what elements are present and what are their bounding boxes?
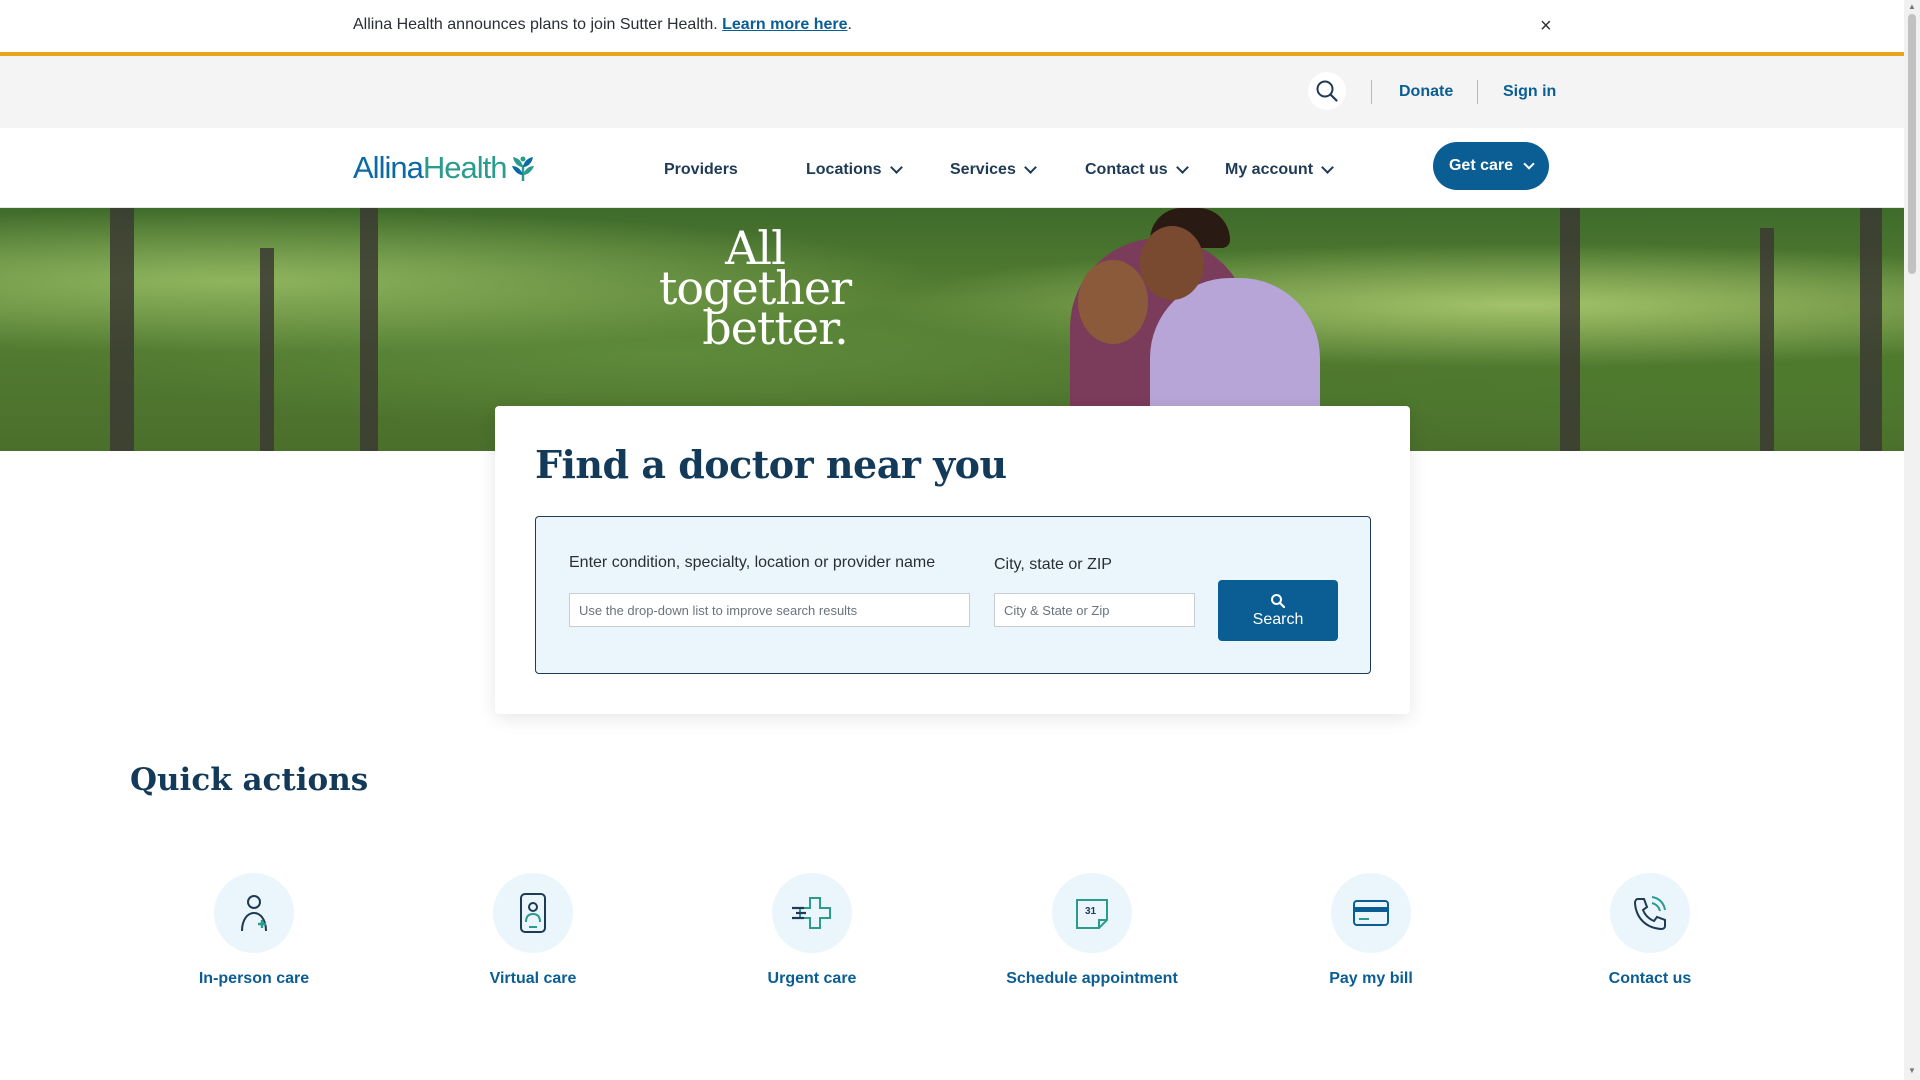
quick-action-label: Pay my bill [1329,970,1413,987]
chevron-down-icon [1523,158,1535,170]
quick-action-icon-circle [772,873,852,953]
main-navigation: AllinaHealth Providers Locations Service… [0,128,1904,208]
nav-label: Contact us [1085,161,1168,178]
find-doctor-title: Find a doctor near you [535,442,1007,487]
quick-action-icon-circle [1331,873,1411,953]
phone-person-icon [520,893,546,933]
quick-action-virtual-care[interactable]: Virtual care [423,873,643,988]
logo-wordmark: AllinaHealth [353,150,508,186]
nav-my-account[interactable]: My account [1225,161,1334,179]
nav-services[interactable]: Services [950,161,1037,179]
page-scrollbar[interactable]: ▲ ▼ [1904,0,1920,1080]
quick-action-schedule-appointment[interactable]: 31 Schedule appointment [982,873,1202,988]
person-plus-icon [241,895,267,932]
nav-label: Providers [664,161,738,178]
phone-call-icon [1633,896,1666,931]
chevron-down-icon [889,161,903,174]
tree-trunk-decoration [260,248,274,451]
search-icon [1271,593,1286,608]
quick-action-label: Contact us [1608,970,1692,987]
get-care-button[interactable]: Get care [1433,142,1549,190]
quick-action-label: Schedule appointment [1006,970,1178,987]
search-icon [1316,80,1338,102]
wheat-leaf-icon [512,156,535,181]
scroll-up-icon[interactable]: ▲ [1908,2,1916,11]
logo-word-health: Health [422,150,508,185]
hero-photo-mother-face [1078,260,1148,344]
quick-action-label: Virtual care [489,970,577,987]
quick-action-urgent-care[interactable]: Urgent care [702,873,922,988]
find-doctor-form: Enter condition, specialty, location or … [535,516,1371,674]
scroll-down-icon[interactable]: ▼ [1908,1066,1916,1075]
tree-trunk-decoration [1760,228,1774,451]
announcement-message: Allina Health announces plans to join Su… [353,16,718,33]
allina-health-logo[interactable]: AllinaHealth [353,150,538,186]
announcement-suffix: . [847,16,852,33]
announcement-bar: Allina Health announces plans to join Su… [0,0,1904,56]
quick-action-contact-us[interactable]: Contact us [1540,873,1760,988]
chevron-down-icon [1321,161,1334,174]
quick-action-icon-circle: 31 [1052,873,1132,953]
get-care-label: Get care [1448,157,1514,174]
nav-contact-us[interactable]: Contact us [1085,161,1189,179]
search-button-label: Search [1252,610,1304,628]
sign-in-link[interactable]: Sign in [1503,83,1556,101]
tree-trunk-decoration [1860,208,1882,451]
quick-action-pay-my-bill[interactable]: Pay my bill [1261,873,1481,988]
location-label: City, state or ZIP [994,556,1112,573]
announcement-text: Allina Health announces plans to join Su… [353,16,852,34]
nav-label: My account [1225,161,1314,178]
chevron-down-icon [1175,161,1189,174]
close-announcement-button[interactable]: × [1540,14,1552,38]
learn-more-link[interactable]: Learn more here [722,16,847,33]
logo-word-allina: Allina [353,150,424,185]
location-input[interactable]: City & State or Zip [994,593,1195,627]
tree-trunk-decoration [360,208,378,451]
quick-action-label: Urgent care [767,970,857,987]
svg-text:31: 31 [1085,906,1097,917]
condition-search-input[interactable]: Use the drop-down list to improve search… [569,593,970,627]
quick-action-icon-circle [214,873,294,953]
condition-label: Enter condition, specialty, location or … [569,554,936,571]
utility-divider [1477,80,1478,104]
medical-cross-icon [792,897,831,929]
nav-label: Services [950,161,1016,178]
nav-locations[interactable]: Locations [806,161,903,179]
quick-action-icon-circle [493,873,573,953]
tree-trunk-decoration [110,208,134,451]
credit-card-icon [1353,900,1389,926]
donate-link[interactable]: Donate [1399,83,1453,101]
hero-photo-child-face [1140,226,1204,300]
utility-divider [1371,80,1372,104]
quick-action-icon-circle [1610,873,1690,953]
scrollbar-thumb[interactable] [1908,14,1916,274]
nav-label: Locations [806,161,882,178]
find-doctor-search-button[interactable]: Search [1218,580,1338,641]
calendar-icon: 31 [1076,899,1108,929]
chevron-down-icon [1023,161,1037,174]
site-search-button[interactable] [1308,72,1346,110]
find-doctor-card: Find a doctor near you Enter condition, … [495,406,1410,714]
nav-providers[interactable]: Providers [664,161,738,179]
quick-actions-title: Quick actions [130,762,369,798]
quick-action-in-person-care[interactable]: In-person care [144,873,364,988]
hero-tagline: All together better. [650,225,860,351]
tree-trunk-decoration [1560,208,1580,451]
utility-bar: Donate Sign in [0,56,1904,128]
quick-action-label: In-person care [198,970,310,987]
